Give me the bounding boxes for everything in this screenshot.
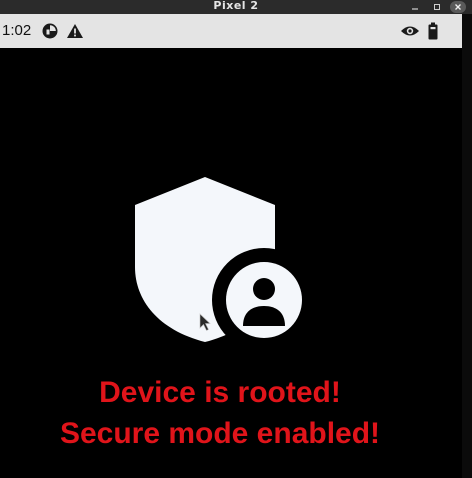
maximize-button[interactable]: [428, 1, 446, 13]
window-title: Pixel 2: [213, 0, 259, 12]
emulator-window: Pixel 2 1:02 Device is rooted! Secure mo…: [0, 0, 472, 478]
window-title-bar[interactable]: Pixel 2: [0, 0, 472, 14]
eye-icon: [401, 26, 419, 36]
window-edge: [462, 14, 472, 478]
notification-badge-icon: [42, 23, 58, 39]
close-icon: [455, 4, 461, 10]
rooted-warning-text: Device is rooted!: [99, 376, 341, 409]
shield-user-icon: [135, 177, 310, 352]
minimize-button[interactable]: [406, 1, 424, 13]
battery-icon: [428, 22, 438, 40]
status-bar: 1:02: [0, 14, 462, 48]
maximize-icon: [434, 4, 440, 10]
minimize-icon: [412, 8, 418, 10]
warning-icon: [67, 24, 83, 38]
status-time: 1:02: [2, 22, 32, 39]
close-button[interactable]: [450, 1, 466, 13]
window-controls: [406, 0, 466, 14]
secure-mode-text: Secure mode enabled!: [59, 417, 381, 450]
